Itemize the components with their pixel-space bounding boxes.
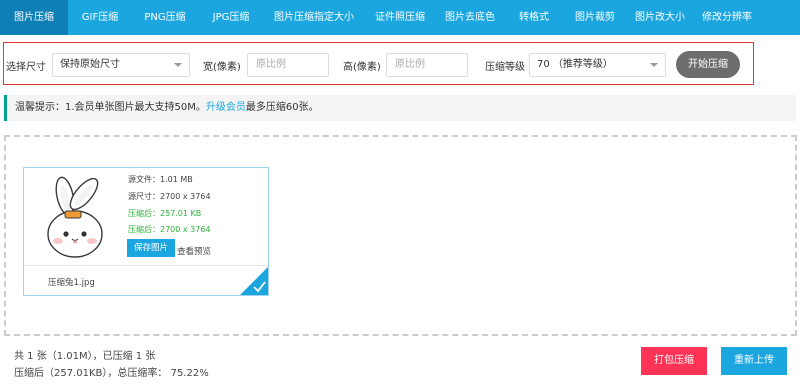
bunny-thumbnail — [47, 176, 103, 258]
size-label: 选择尺寸 — [6, 62, 46, 73]
pack-download-button[interactable]: 打包压缩 — [641, 347, 707, 375]
chevron-down-icon — [650, 63, 658, 67]
file-name: 压缩兔1.jpg — [48, 278, 95, 288]
tab-id-photo-compress[interactable]: 证件照压缩 — [364, 0, 436, 35]
height-input[interactable]: 原比例 — [386, 53, 468, 77]
start-compress-button[interactable]: 开始压缩 — [676, 51, 740, 78]
file-card: 源文件：1.01 MB 源尺寸：2700 x 3764 压缩后：257.01 K… — [23, 167, 269, 296]
tip-text-suffix: 最多压缩60张。 — [245, 102, 319, 113]
compressed-dimensions: 压缩后：2700 x 3764 — [128, 225, 211, 234]
tab-change-resolution[interactable]: 修改分辨率 — [694, 0, 760, 35]
tab-gif-compress[interactable]: GIF压缩 — [68, 0, 132, 35]
chevron-down-icon — [174, 63, 182, 67]
card-divider — [24, 265, 268, 266]
source-file-size: 源文件：1.01 MB — [128, 175, 193, 184]
tip-banner: 温馨提示：1.会员单张图片最大支持50M。升级会员最多压缩60张。 — [4, 95, 796, 121]
level-select[interactable]: 70 （推荐等级） — [529, 53, 666, 77]
tab-image-crop[interactable]: 图片裁剪 — [564, 0, 626, 35]
save-image-button[interactable]: 保存图片 — [127, 239, 175, 257]
level-label: 压缩等级 — [485, 62, 525, 73]
tab-convert-format[interactable]: 转格式 — [504, 0, 564, 35]
tab-image-resize[interactable]: 图片改大小 — [626, 0, 694, 35]
tab-compress-to-size[interactable]: 图片压缩指定大小 — [264, 0, 364, 35]
compress-options: 选择尺寸 保持原始尺寸 宽(像素) 原比例 高(像素) 原比例 压缩等级 70 … — [3, 42, 754, 85]
tab-png-compress[interactable]: PNG压缩 — [132, 0, 198, 35]
reupload-button[interactable]: 重新上传 — [721, 347, 787, 375]
compressed-file-size: 压缩后：257.01 KB — [128, 209, 202, 218]
tab-image-compress[interactable]: 图片压缩 — [0, 0, 68, 35]
width-label: 宽(像素) — [203, 62, 241, 73]
source-dimensions: 源尺寸：2700 x 3764 — [128, 192, 211, 201]
level-select-value: 70 （推荐等级） — [537, 59, 613, 70]
tab-jpg-compress[interactable]: JPG压缩 — [198, 0, 264, 35]
size-select[interactable]: 保持原始尺寸 — [52, 53, 190, 77]
tab-remove-background[interactable]: 图片去底色 — [436, 0, 504, 35]
view-preview-link[interactable]: 查看预览 — [177, 245, 211, 257]
width-input[interactable]: 原比例 — [247, 53, 329, 77]
upgrade-member-link[interactable]: 升级会员 — [206, 102, 246, 113]
check-icon — [240, 267, 268, 295]
tip-text: 温馨提示：1.会员单张图片最大支持50M。 — [15, 102, 206, 113]
height-label: 高(像素) — [343, 62, 381, 73]
summary-count: 共 1 张（1.01M），已压缩 1 张 — [14, 351, 156, 362]
size-select-value: 保持原始尺寸 — [60, 59, 120, 70]
summary-ratio: 压缩后（257.01KB），总压缩率： 75.22% — [14, 368, 209, 379]
tab-bar: 图片压缩 GIF压缩 PNG压缩 JPG压缩 图片压缩指定大小 证件照压缩 图片… — [0, 0, 800, 35]
